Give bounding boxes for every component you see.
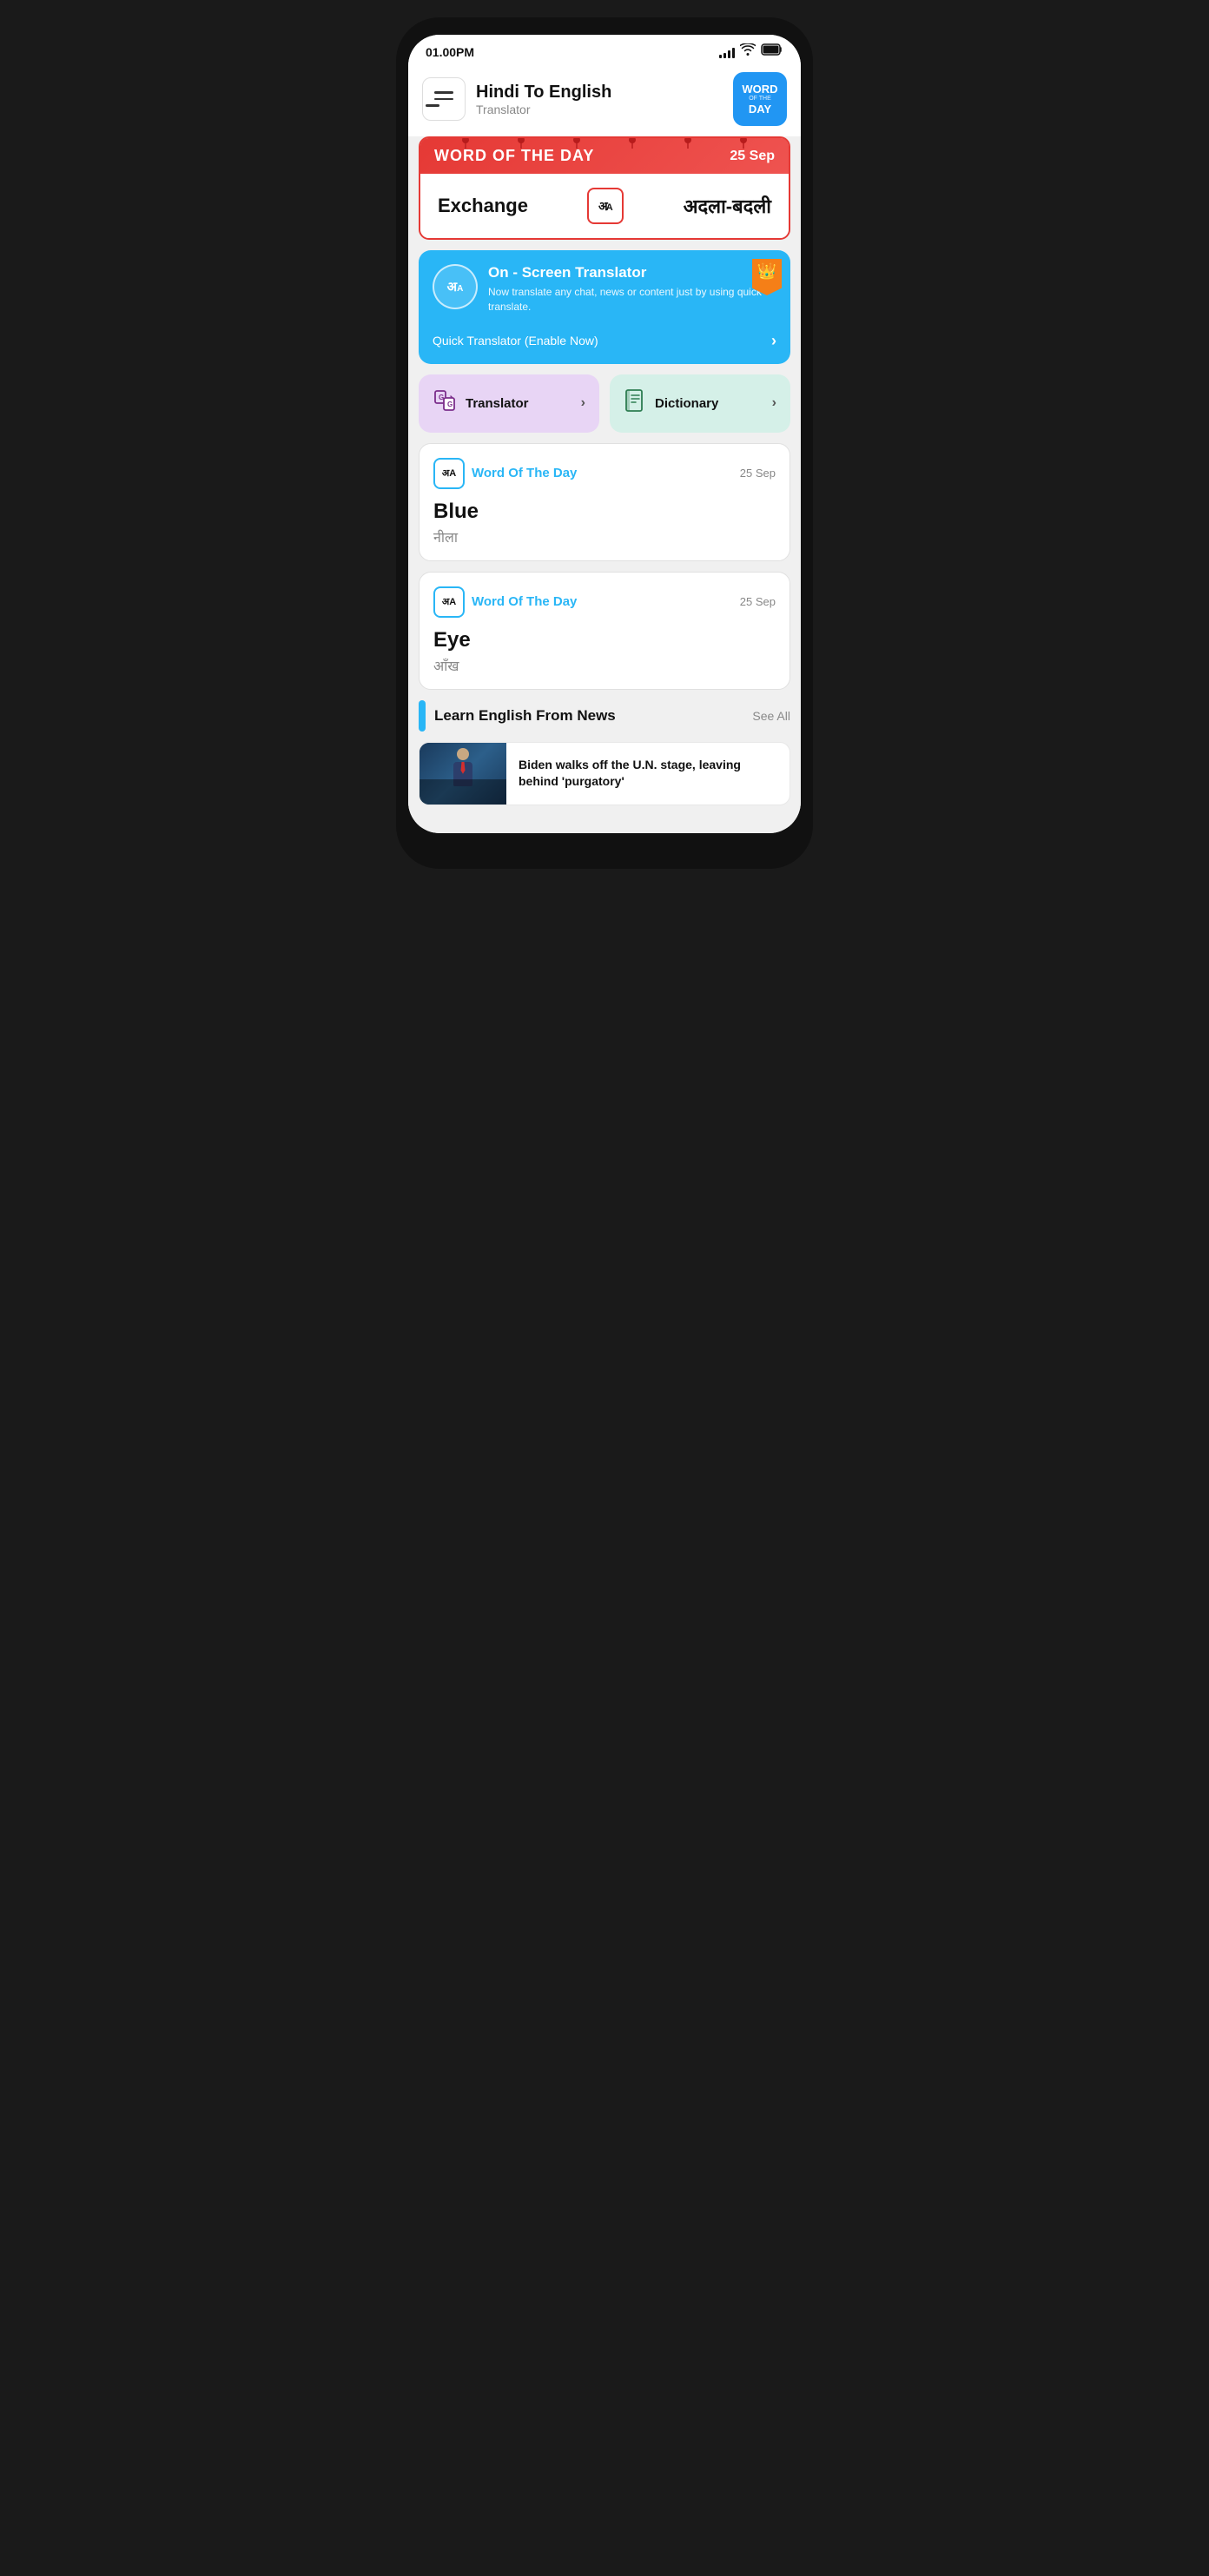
news-headline: Biden walks off the U.N. stage, leaving … <box>519 757 777 791</box>
wotd-card-2-english: Eye <box>433 628 776 652</box>
news-header-left: Learn English From News <box>419 700 616 732</box>
badge-day-label: DAY <box>749 103 771 115</box>
hamburger-button[interactable] <box>422 77 466 121</box>
eng-char: A <box>606 202 613 213</box>
wotd-card-1-english: Blue <box>433 500 776 524</box>
dictionary-card-arrow: › <box>772 395 776 411</box>
news-header: Learn English From News See All <box>419 700 790 732</box>
wotd-card-2-title-group: अA Word Of The Day <box>433 586 577 618</box>
ost-text-area: On - Screen Translator Now translate any… <box>488 264 776 315</box>
wotd-card-2-hindi: आँख <box>433 656 776 675</box>
wotd-banner-date: 25 Sep <box>730 149 775 164</box>
phone-screen: 01.00PM <box>408 35 801 833</box>
wotd-card-2-icon: अA <box>433 586 465 618</box>
news-section-title: Learn English From News <box>434 707 616 725</box>
translate-icon: अA <box>587 188 624 224</box>
figure-tie <box>461 762 466 774</box>
news-thumbnail-img <box>420 743 506 805</box>
battery-icon <box>761 43 783 60</box>
app-header: Hindi To English Translator WORD OF THE … <box>408 65 801 136</box>
wotd-card-2-header: अA Word Of The Day 25 Sep <box>433 586 776 618</box>
translator-card-arrow: › <box>581 395 585 411</box>
main-content: WORD OF THE DAY 25 Sep Exchange अA अदला-… <box>408 136 801 833</box>
wotd-card-2-date: 25 Sep <box>740 595 776 608</box>
news-card[interactable]: Biden walks off the U.N. stage, leaving … <box>419 742 790 805</box>
signal-icon <box>719 46 735 58</box>
svg-text:G: G <box>447 401 453 408</box>
status-time: 01.00PM <box>426 45 474 59</box>
crown-icon: 👑 <box>757 262 776 281</box>
wotd-banner-header: WORD OF THE DAY 25 Sep <box>420 138 789 174</box>
news-thumbnail <box>420 743 506 805</box>
ost-content: अA On - Screen Translator Now translate … <box>433 264 776 315</box>
badge-word-label: WORD <box>742 83 777 95</box>
word-of-day-badge[interactable]: WORD OF THE DAY <box>733 72 787 126</box>
wotd-card-1[interactable]: अA Word Of The Day 25 Sep Blue नीला <box>419 443 790 561</box>
wotd-banner: WORD OF THE DAY 25 Sep Exchange अA अदला-… <box>419 136 790 240</box>
wotd-banner-body: Exchange अA अदला-बदली <box>420 174 789 238</box>
ost-cta[interactable]: Quick Translator (Enable Now) › <box>433 328 776 350</box>
news-content: Biden walks off the U.N. stage, leaving … <box>506 743 789 805</box>
on-screen-translator[interactable]: अA On - Screen Translator Now translate … <box>419 250 790 364</box>
feature-cards: G G Translator › <box>419 374 790 433</box>
pin-5 <box>684 136 691 149</box>
header-title-area: Hindi To English Translator <box>476 82 723 116</box>
wotd-english-word: Exchange <box>438 195 528 217</box>
figure-head <box>457 748 469 760</box>
figure-body <box>453 762 472 786</box>
news-section: Learn English From News See All <box>419 700 790 805</box>
phone-frame: 01.00PM <box>396 17 813 869</box>
wifi-icon <box>740 43 756 60</box>
wotd-banner-title: WORD OF THE DAY <box>434 147 594 165</box>
wotd-card-2-title: Word Of The Day <box>472 594 577 609</box>
ost-cta-text: Quick Translator (Enable Now) <box>433 334 598 348</box>
ost-icon-text: अA <box>447 281 464 294</box>
app-subtitle: Translator <box>476 103 723 116</box>
pin-6 <box>740 136 747 149</box>
ost-description: Now translate any chat, news or content … <box>488 285 776 315</box>
app-title: Hindi To English <box>476 82 723 103</box>
status-bar: 01.00PM <box>408 35 801 65</box>
dictionary-card[interactable]: Dictionary › <box>610 374 790 433</box>
ost-icon: अA <box>433 264 478 309</box>
dictionary-card-label: Dictionary <box>655 396 763 411</box>
wotd-card-2[interactable]: अA Word Of The Day 25 Sep Eye आँख <box>419 572 790 690</box>
pin-4 <box>629 136 636 149</box>
wotd-hindi-word: अदला-बदली <box>684 193 771 219</box>
crown-badge: 👑 <box>752 259 782 295</box>
news-tag <box>419 700 426 732</box>
wotd-card-1-header: अA Word Of The Day 25 Sep <box>433 458 776 489</box>
dictionary-card-icon <box>624 388 646 419</box>
wotd-card-1-hindi: नीला <box>433 527 776 546</box>
wotd-card-1-title: Word Of The Day <box>472 466 577 480</box>
figure-silhouette <box>450 748 476 791</box>
translator-card-icon: G G <box>433 388 457 419</box>
ost-arrow-icon: › <box>771 332 776 350</box>
news-see-all-button[interactable]: See All <box>752 709 790 723</box>
wotd-card-1-date: 25 Sep <box>740 467 776 480</box>
wotd-card-1-icon: अA <box>433 458 465 489</box>
ost-title: On - Screen Translator <box>488 264 776 281</box>
status-icons <box>719 43 783 60</box>
translator-card-label: Translator <box>466 396 572 411</box>
wotd-card-1-title-group: अA Word Of The Day <box>433 458 577 489</box>
translator-card[interactable]: G G Translator › <box>419 374 599 433</box>
